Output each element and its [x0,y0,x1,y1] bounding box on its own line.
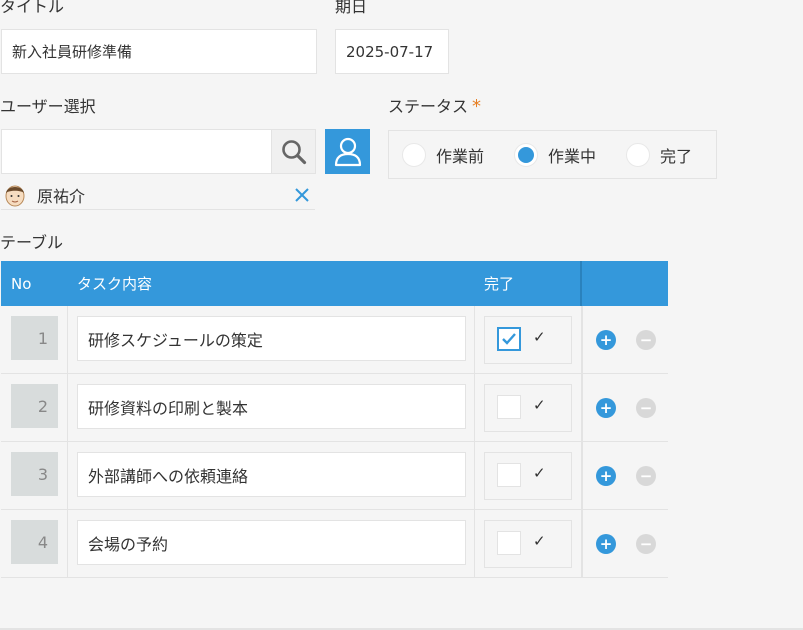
required-mark: * [472,96,482,117]
table-row: 3 外部講師への依頼連絡 ✓ + − [1,442,668,510]
column-divider [67,442,68,509]
task-input[interactable]: 会場の予約 [77,520,466,565]
user-icon [334,137,361,166]
row-number: 1 [11,316,58,360]
column-divider [67,374,68,441]
task-input[interactable]: 研修スケジュールの策定 [77,316,466,361]
task-input[interactable]: 外部講師への依頼連絡 [77,452,466,497]
status-option-label: 作業中 [548,147,597,166]
row-number: 3 [11,452,58,496]
column-divider [67,306,68,373]
radio-dot-selected [514,143,538,167]
selected-user-chip: 原祐介 [1,180,315,210]
radio-dot [626,143,650,167]
done-checkbox-label: ✓ [533,328,546,346]
due-date-value: 2025-07-17 [346,42,434,61]
status-label-text: ステータス [388,97,469,116]
row-number: 2 [11,384,58,428]
add-row-icon[interactable]: + [596,330,616,350]
done-cell: ✓ [484,520,572,568]
user-select-label: ユーザー選択 [0,97,96,116]
selected-user-name: 原祐介 [37,187,86,206]
done-checkbox[interactable] [497,395,521,419]
title-input[interactable]: 新入社員研修準備 [1,29,317,74]
done-cell: ✓ [484,384,572,432]
column-divider [67,510,68,577]
status-option-label: 作業前 [436,147,485,166]
remove-row-icon[interactable]: − [636,534,656,554]
header-task: タスク内容 [77,275,153,293]
add-row-icon[interactable]: + [596,398,616,418]
header-no: No [11,274,32,293]
table-header: No タスク内容 完了 [1,261,668,306]
header-done: 完了 [484,275,515,293]
status-option-before[interactable]: 作業前 [402,141,484,169]
task-text: 会場の予約 [88,534,169,554]
done-cell: ✓ [484,452,572,500]
row-controls: + − [581,510,668,577]
due-date-input[interactable]: 2025-07-17 [335,29,449,74]
task-text: 研修スケジュールの策定 [88,330,263,350]
done-checkbox-label: ✓ [533,464,546,482]
checkmark-icon [502,333,516,345]
status-radio-group: 作業前 作業中 完了 [388,130,717,179]
done-checkbox[interactable] [497,531,521,555]
done-checkbox-label: ✓ [533,532,546,550]
user-search-button[interactable] [271,129,316,174]
table-row: 1 研修スケジュールの策定 ✓ + − [1,306,668,374]
table-label: テーブル [0,233,64,252]
status-label: ステータス * [388,98,481,116]
user-picker-button[interactable] [325,129,370,174]
title-label: タイトル [0,0,65,16]
status-option-in-progress[interactable]: 作業中 [514,141,596,169]
column-divider [474,374,475,441]
done-checkbox[interactable] [497,327,521,351]
done-checkbox-label: ✓ [533,396,546,414]
add-row-icon[interactable]: + [596,466,616,486]
column-divider [474,442,475,509]
task-text: 外部講師への依頼連絡 [88,466,249,486]
header-separator [580,261,582,306]
column-divider [474,510,475,577]
done-checkbox[interactable] [497,463,521,487]
remove-row-icon[interactable]: − [636,330,656,350]
due-date-label: 期日 [335,0,368,16]
user-search-input[interactable] [1,129,272,174]
remove-row-icon[interactable]: − [636,398,656,418]
close-icon[interactable] [293,186,311,204]
row-number: 4 [11,520,58,564]
row-controls: + − [581,374,668,441]
task-text: 研修資料の印刷と製本 [88,398,249,418]
task-table: No タスク内容 完了 1 研修スケジュールの策定 ✓ + − 2 研修資料の印… [1,261,668,578]
status-option-label: 完了 [660,147,693,166]
done-cell: ✓ [484,316,572,364]
column-divider [474,306,475,373]
user-avatar [5,185,25,207]
table-row: 2 研修資料の印刷と製本 ✓ + − [1,374,668,442]
add-row-icon[interactable]: + [596,534,616,554]
row-controls: + − [581,442,668,509]
table-row: 4 会場の予約 ✓ + − [1,510,668,578]
search-icon [281,139,306,164]
row-controls: + − [581,306,668,373]
title-value: 新入社員研修準備 [12,43,133,61]
task-input[interactable]: 研修資料の印刷と製本 [77,384,466,429]
status-option-done[interactable]: 完了 [626,141,692,169]
remove-row-icon[interactable]: − [636,466,656,486]
radio-dot [402,143,426,167]
